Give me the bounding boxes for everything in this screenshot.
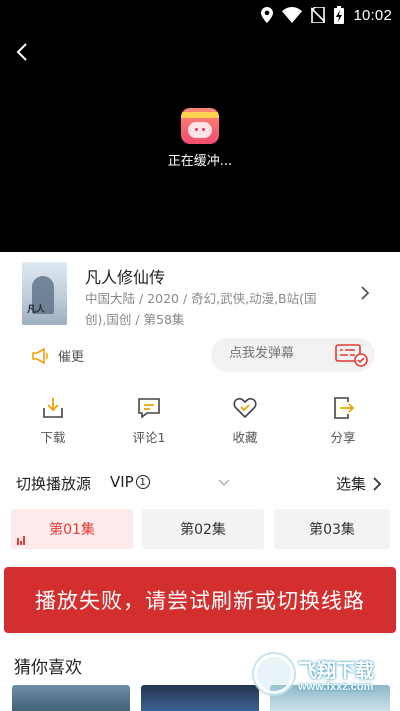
recommend-thumbnail[interactable] <box>12 685 130 711</box>
watermark-text: 飞翔下载 <box>298 660 375 682</box>
recommend-thumbnail[interactable] <box>141 685 259 711</box>
favorite-button[interactable]: 收藏 <box>215 395 275 446</box>
source-selector-row: 切换播放源 VIP 1 选集 <box>0 470 400 496</box>
select-episode-label: 选集 <box>335 475 366 493</box>
show-meta: 中国大陆 / 2020 / 奇幻,武侠,动漫,B站(国创),国创 / 第58集 <box>85 291 317 327</box>
source-index-badge: 1 <box>135 475 150 489</box>
status-bar: 10:02 <box>0 0 400 30</box>
show-title: 凡人修仙传 <box>85 268 166 287</box>
no-sim-icon <box>311 7 326 23</box>
episode-item[interactable]: 第01集 <box>11 509 133 549</box>
danmaku-bar <box>211 338 375 372</box>
battery-charging-icon <box>334 6 345 24</box>
show-poster[interactable]: 凡人 <box>22 262 67 325</box>
status-time: 10:02 <box>353 6 392 24</box>
share-label: 分享 <box>330 430 356 445</box>
comment-icon <box>138 398 160 419</box>
favorite-label: 收藏 <box>232 430 258 445</box>
location-icon <box>261 7 274 23</box>
episode-label: 第01集 <box>49 522 95 538</box>
recommend-title: 猜你喜欢 <box>14 658 82 678</box>
playing-indicator-icon <box>17 536 25 545</box>
wifi-icon <box>282 7 303 23</box>
app-screen: 10:02 正在缓冲... 凡人 凡人修仙传 中国大陆 / 2020 / 奇幻,… <box>0 0 400 711</box>
comment-label: 评论1 <box>132 430 166 445</box>
danmaku-input[interactable] <box>229 346 329 361</box>
app-logo-icon <box>181 108 219 144</box>
watermark-url: www.fxxz.com <box>298 681 374 693</box>
urge-update-button[interactable]: 催更 <box>32 346 84 365</box>
megaphone-icon <box>32 347 48 364</box>
urge-label: 催更 <box>58 350 85 365</box>
comment-button[interactable]: 评论1 <box>119 395 179 446</box>
episode-item[interactable]: 第03集 <box>274 509 390 549</box>
share-button[interactable]: 分享 <box>313 395 373 446</box>
video-player[interactable]: 10:02 正在缓冲... <box>0 0 400 252</box>
poster-title-mark: 凡人 <box>27 305 46 315</box>
download-icon <box>43 398 63 418</box>
back-button[interactable] <box>8 38 36 66</box>
episode-label: 第03集 <box>309 522 355 538</box>
heart-icon <box>233 397 257 419</box>
episode-list: 第01集 第02集 第03集 <box>0 509 400 549</box>
chevron-right-icon[interactable] <box>358 286 372 300</box>
buffering-text: 正在缓冲... <box>167 154 233 169</box>
playback-error-banner[interactable]: 播放失败，请尝试刷新或切换线路 <box>4 567 396 633</box>
chevron-down-icon[interactable] <box>217 475 231 489</box>
source-dropdown[interactable]: VIP 1 <box>110 473 150 491</box>
download-button[interactable]: 下载 <box>23 395 83 446</box>
chevron-left-icon <box>16 43 27 61</box>
action-bar: 下载 评论1 收藏 分享 <box>0 395 400 455</box>
switch-source-label: 切换播放源 <box>16 475 92 493</box>
select-episode-button[interactable]: 选集 <box>336 473 382 494</box>
share-icon <box>334 397 355 419</box>
download-label: 下载 <box>40 430 66 445</box>
buffering-indicator: 正在缓冲... <box>0 108 400 169</box>
danmaku-settings-icon[interactable] <box>333 343 369 367</box>
episode-label: 第02集 <box>180 522 226 538</box>
source-value: VIP <box>110 473 134 491</box>
chevron-right-icon <box>373 476 382 491</box>
episode-item[interactable]: 第02集 <box>142 509 264 549</box>
watermark-logo: 飞翔下载 www.fxxz.com <box>252 650 392 702</box>
